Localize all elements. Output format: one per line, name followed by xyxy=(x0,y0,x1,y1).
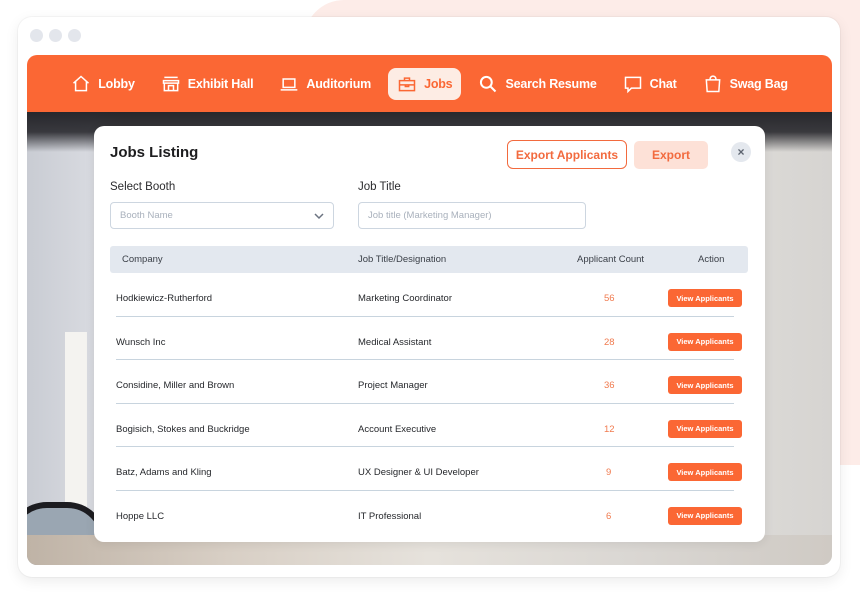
top-navbar: Lobby Exhibit Hall Auditorium Jobs Searc… xyxy=(27,55,832,112)
applicant-count-cell: 28 xyxy=(604,336,615,348)
company-cell: Considine, Miller and Brown xyxy=(116,380,235,391)
column-header-applicant-count: Applicant Count xyxy=(577,254,645,265)
nav-item-label: Auditorium xyxy=(306,76,372,91)
table-row: Hodkiewicz-Rutherford Marketing Coordina… xyxy=(110,273,748,317)
shopping-bag-icon xyxy=(705,74,721,92)
applicant-count-cell: 56 xyxy=(604,293,615,304)
nav-item-swag-bag[interactable]: Swag Bag xyxy=(694,68,797,100)
jobs-listing-modal: Jobs Listing Export Applicants Export × … xyxy=(94,126,765,542)
job-title-cell: Medical Assistant xyxy=(358,336,432,348)
applicant-count-cell: 12 xyxy=(604,423,615,435)
nav-item-label: Swag Bag xyxy=(729,76,788,91)
applicant-count-cell: 36 xyxy=(604,380,615,391)
view-applicants-button[interactable]: View Applicants xyxy=(668,332,742,351)
job-title-label: Job Title xyxy=(358,181,401,193)
table-row: Batz, Adams and Kling UX Designer & UI D… xyxy=(110,447,748,491)
window-dot xyxy=(68,29,81,42)
column-header-action: Action xyxy=(698,254,725,265)
company-cell: Batz, Adams and Kling xyxy=(116,467,212,478)
job-title-cell: UX Designer & UI Developer xyxy=(358,467,479,478)
nav-item-lobby[interactable]: Lobby xyxy=(62,68,144,100)
job-title-cell: IT Professional xyxy=(358,510,422,522)
chat-bubble-icon xyxy=(624,76,641,93)
modal-title: Jobs Listing xyxy=(110,144,199,161)
company-cell: Hoppe LLC xyxy=(116,510,165,522)
applicant-count-cell: 9 xyxy=(606,467,612,478)
column-header-company: Company xyxy=(122,254,163,265)
window-dot xyxy=(49,29,62,42)
table-row: Hoppe LLC IT Professional 6 View Applica… xyxy=(110,491,748,535)
search-icon xyxy=(480,75,497,92)
select-booth-label: Select Booth xyxy=(110,181,176,193)
export-applicants-button[interactable]: Export Applicants xyxy=(507,140,627,169)
export-button[interactable]: Export xyxy=(634,141,708,169)
nav-item-label: Exhibit Hall xyxy=(187,76,254,91)
storefront-icon xyxy=(162,76,179,91)
view-applicants-button[interactable]: View Applicants xyxy=(668,289,742,307)
nav-item-label: Chat xyxy=(649,76,677,91)
nav-item-auditorium[interactable]: Auditorium xyxy=(270,68,380,100)
job-title-cell: Project Manager xyxy=(358,380,428,391)
column-header-job-title: Job Title/Designation xyxy=(358,254,447,265)
window-controls xyxy=(30,29,81,42)
table-row: Wunsch Inc Medical Assistant 28 View App… xyxy=(110,317,748,361)
company-cell: Hodkiewicz-Rutherford xyxy=(116,293,213,304)
view-applicants-button[interactable]: View Applicants xyxy=(668,463,742,481)
table-row: Bogisich, Stokes and Buckridge Account E… xyxy=(110,404,748,448)
nav-item-label: Jobs xyxy=(424,76,453,91)
nav-item-jobs[interactable]: Jobs xyxy=(388,67,462,100)
company-cell: Wunsch Inc xyxy=(116,336,166,348)
view-applicants-button[interactable]: View Applicants xyxy=(668,419,742,438)
job-title-cell: Account Executive xyxy=(358,423,437,435)
nav-item-search-resume[interactable]: Search Resume xyxy=(469,68,605,100)
chevron-down-icon xyxy=(313,210,325,222)
laptop-icon xyxy=(281,77,298,91)
jobs-table-body: Hodkiewicz-Rutherford Marketing Coordina… xyxy=(110,273,748,534)
applicant-count-cell: 6 xyxy=(606,510,612,522)
view-applicants-button[interactable]: View Applicants xyxy=(668,506,742,525)
view-applicants-button[interactable]: View Applicants xyxy=(668,376,742,394)
nav-item-chat[interactable]: Chat xyxy=(614,68,686,100)
booth-select[interactable]: Booth Name xyxy=(110,202,334,229)
table-row: Considine, Miller and Brown Project Mana… xyxy=(110,360,748,404)
booth-select-placeholder: Booth Name xyxy=(120,210,173,221)
job-title-cell: Marketing Coordinator xyxy=(358,293,452,304)
close-icon[interactable]: × xyxy=(731,142,751,162)
company-cell: Bogisich, Stokes and Buckridge xyxy=(116,423,250,435)
job-title-input[interactable] xyxy=(358,202,586,229)
table-header: Company Job Title/Designation Applicant … xyxy=(110,246,748,273)
nav-item-exhibit-hall[interactable]: Exhibit Hall xyxy=(152,68,263,100)
home-icon xyxy=(73,74,90,91)
nav-item-label: Search Resume xyxy=(505,76,597,91)
nav-item-label: Lobby xyxy=(98,76,135,91)
window-dot xyxy=(30,29,43,42)
briefcase-icon xyxy=(398,76,416,91)
